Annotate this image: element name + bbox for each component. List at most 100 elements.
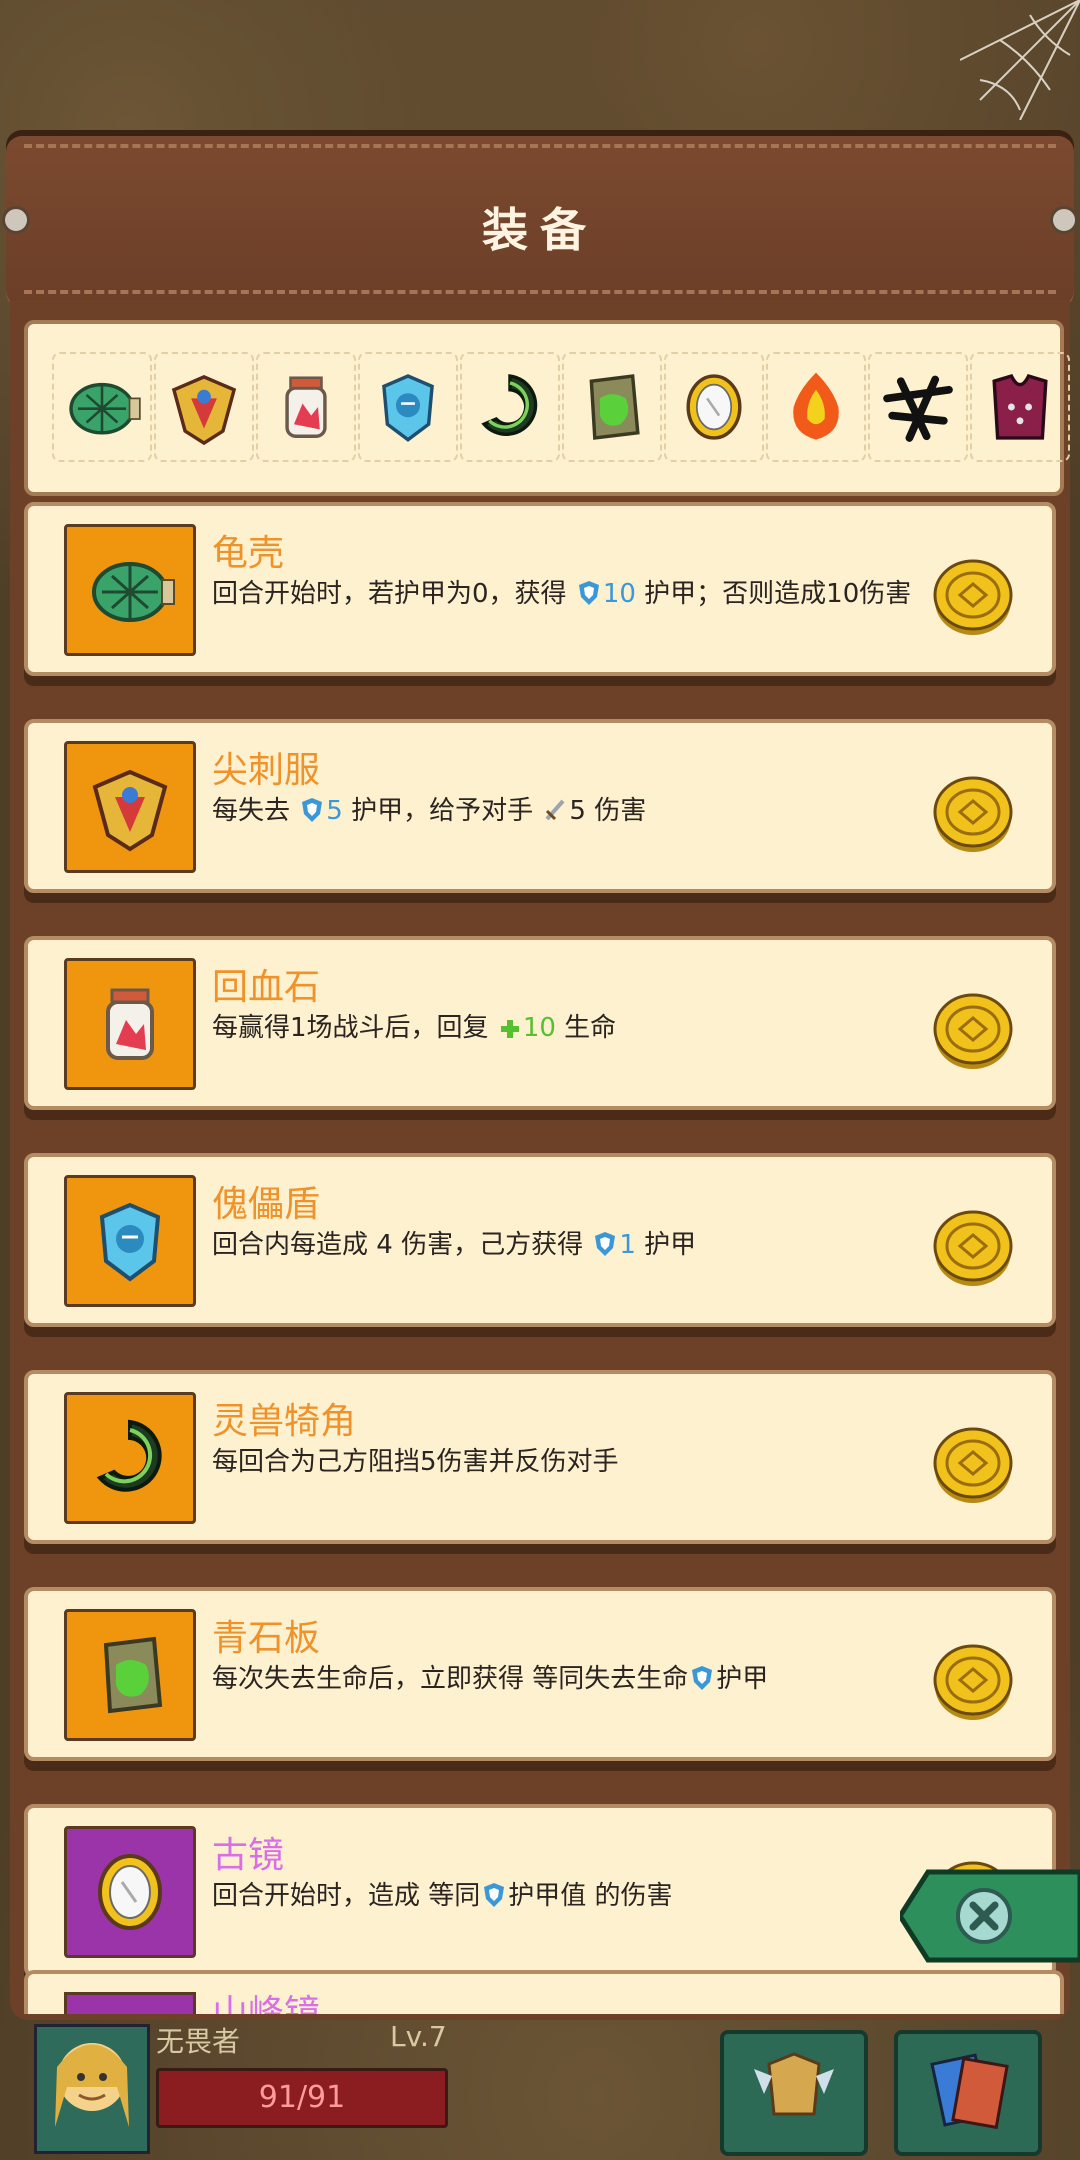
hp-bar: 91/91 (156, 2068, 448, 2128)
turtle-shell-icon (92, 562, 175, 622)
close-button[interactable] (900, 1868, 1080, 1964)
list-item[interactable]: 傀儡盾 回合内每造成 4 伤害，己方获得 1 护甲 (24, 1153, 1056, 1327)
strip-slot[interactable] (358, 352, 458, 462)
item-description: 每失去 5 护甲，给予对手 5 伤害 (212, 795, 912, 827)
equipment-icon-strip (24, 320, 1070, 496)
strip-slot[interactable] (460, 352, 560, 462)
item-description: 每赢得1场战斗后，回复 10 生命 (212, 1012, 912, 1044)
desc-text: 每赢得1场战斗后，回复 (212, 1013, 489, 1043)
plus-icon (500, 1020, 519, 1038)
coin-icon (933, 1644, 1013, 1720)
turtle-shell-icon (69, 382, 141, 435)
spike-armor-icon (171, 375, 237, 446)
coin-icon (933, 1427, 1013, 1503)
desc-text: 护甲，给予对手 (351, 796, 534, 826)
fire-gem-icon (793, 372, 839, 440)
cobweb-decoration (960, 0, 1080, 120)
shield-icon (484, 1883, 505, 1907)
desc-text: 伤害 (594, 796, 647, 826)
beast-horn-icon (96, 1419, 162, 1492)
armor-value: 10 (602, 579, 636, 609)
item-name: 龟壳 (212, 533, 285, 574)
desc-text: 每失去 (212, 796, 291, 826)
purple-vest-icon (992, 373, 1048, 440)
item-name: 古镜 (212, 1835, 285, 1876)
buy-button[interactable] (930, 1422, 1016, 1512)
item-thumbnail (64, 524, 196, 656)
desc-text: 回合内每造成 4 伤害，己方获得 (212, 1230, 584, 1260)
buy-button[interactable] (930, 1205, 1016, 1295)
strip-slot[interactable] (256, 352, 356, 462)
blood-jar-icon (285, 376, 327, 438)
item-thumbnail (64, 958, 196, 1090)
list-item[interactable]: 龟壳 回合开始时，若护甲为0，获得 10 护甲；否则造成10伤害 (24, 502, 1056, 676)
item-thumbnail (64, 1826, 196, 1958)
cards-button[interactable] (894, 2030, 1042, 2156)
item-description: 每回合为己方阻挡5伤害并反伤对手 (212, 1446, 912, 1478)
desc-text: 回合开始时，造成 等同 (212, 1881, 481, 1911)
coin-icon (933, 559, 1013, 635)
item-description: 回合开始时，若护甲为0，获得 10 护甲；否则造成10伤害 (212, 578, 912, 610)
black-rune-icon (883, 375, 953, 442)
character-button[interactable] (720, 2030, 868, 2156)
item-description: 回合开始时，造成 等同 护甲值 的伤害 (212, 1880, 912, 1912)
blood-jar-icon (106, 988, 154, 1060)
strip-slot[interactable] (52, 352, 152, 462)
desc-text: 护甲值 的伤害 (508, 1881, 673, 1911)
player-status-bar: 无畏者 Lv.7 91/91 (0, 2020, 1080, 2160)
buy-button[interactable] (930, 1639, 1016, 1729)
player-level: Lv.7 (390, 2020, 447, 2053)
item-thumbnail (64, 1992, 196, 2014)
sword-icon (545, 799, 565, 821)
heal-value: 10 (522, 1013, 556, 1043)
item-thumbnail (64, 1175, 196, 1307)
buy-button[interactable] (930, 554, 1016, 644)
page-title: 装备 (482, 203, 598, 257)
puppet-shield-icon (99, 1202, 161, 1282)
ancient-mirror-icon (686, 374, 742, 440)
cards-icon (930, 2053, 1009, 2130)
equipment-list: 龟壳 回合开始时，若护甲为0，获得 10 护甲；否则造成10伤害 尖刺服 每失去… (24, 502, 1056, 2021)
buy-button[interactable] (930, 988, 1016, 1078)
item-name: 山峰镜 (212, 1993, 321, 2014)
shield-icon (302, 798, 323, 822)
buy-button[interactable] (930, 771, 1016, 861)
beast-horn-icon (481, 374, 538, 436)
item-name: 傀儡盾 (212, 1184, 321, 1225)
strip-slot[interactable] (154, 352, 254, 462)
list-item[interactable]: 尖刺服 每失去 5 护甲，给予对手 5 伤害 (24, 719, 1056, 893)
desc-text: 回合开始时，若护甲为0，获得 (212, 579, 567, 609)
strip-slot[interactable] (562, 352, 662, 462)
item-thumbnail (64, 741, 196, 873)
list-item[interactable]: 青石板 每次失去生命后，立即获得 等同失去生命 护甲 (24, 1587, 1056, 1761)
puppet-shield-icon (382, 374, 434, 442)
desc-text: 生命 (564, 1013, 617, 1043)
list-item[interactable]: 回血石 每赢得1场战斗后，回复 10 生命 (24, 936, 1056, 1110)
damage-value: 5 (569, 796, 586, 826)
item-description: 回合内每造成 4 伤害，己方获得 1 护甲 (212, 1229, 912, 1261)
strip-slot[interactable] (970, 352, 1070, 462)
coin-icon (933, 1210, 1013, 1286)
item-name: 回血石 (212, 967, 321, 1008)
item-name: 尖刺服 (212, 750, 321, 791)
avatar[interactable] (34, 2024, 150, 2154)
green-slate-icon (103, 1636, 163, 1714)
spike-armor-icon (92, 769, 168, 852)
player-name: 无畏者 (156, 2025, 241, 2058)
desc-text: 护甲 (644, 1230, 697, 1260)
item-name: 青石板 (212, 1618, 321, 1659)
coin-icon (933, 776, 1013, 852)
desc-text: 每回合为己方阻挡5伤害并反伤对手 (212, 1447, 619, 1477)
item-description: 每次失去生命后，立即获得 等同失去生命 护甲 (212, 1663, 912, 1695)
coin-icon (933, 993, 1013, 1069)
strip-slot[interactable] (664, 352, 764, 462)
list-item[interactable]: 山峰镜 (24, 1970, 1064, 2014)
item-thumbnail (64, 1609, 196, 1741)
header-board: 装备 (2, 130, 1078, 308)
item-name: 灵兽犄角 (212, 1401, 357, 1442)
strip-slot[interactable] (766, 352, 866, 462)
list-item[interactable]: 灵兽犄角 每回合为己方阻挡5伤害并反伤对手 (24, 1370, 1056, 1544)
helmet-icon (754, 2052, 834, 2116)
desc-text: 每次失去生命后，立即获得 等同失去生命 (212, 1664, 689, 1694)
strip-slot[interactable] (868, 352, 968, 462)
